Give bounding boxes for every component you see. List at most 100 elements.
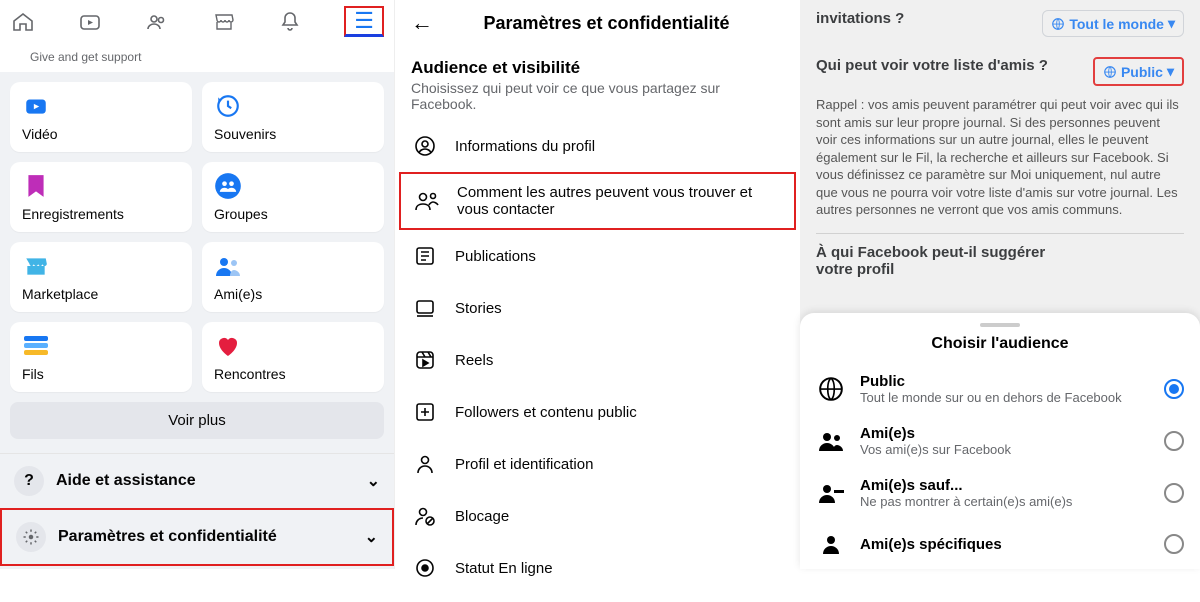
setting-stories[interactable]: Stories bbox=[395, 282, 800, 334]
setting-label: Statut En ligne bbox=[455, 560, 553, 577]
menu-hamburger-highlighted[interactable]: ☰ bbox=[344, 6, 384, 37]
back-arrow-icon[interactable]: ← bbox=[411, 10, 433, 36]
hamburger-icon: ☰ bbox=[354, 8, 374, 33]
tile-label: Enregistrements bbox=[22, 206, 180, 222]
tile-souvenirs[interactable]: Souvenirs bbox=[202, 82, 384, 152]
audience-pill-public-highlighted[interactable]: Public ▾ bbox=[1093, 57, 1184, 86]
setting-label: Informations du profil bbox=[455, 138, 595, 155]
caret-down-icon: ▾ bbox=[1167, 63, 1174, 80]
question-suggest: À qui Facebook peut-il suggérer votre pr… bbox=[816, 244, 1056, 278]
setting-posts[interactable]: Publications bbox=[395, 230, 800, 282]
notifications-icon[interactable] bbox=[277, 9, 303, 35]
setting-reels[interactable]: Reels bbox=[395, 334, 800, 386]
audience-option-public[interactable]: Public Tout le monde sur ou en dehors de… bbox=[816, 363, 1184, 415]
see-more-button[interactable]: Voir plus bbox=[10, 402, 384, 439]
help-icon: ? bbox=[14, 466, 44, 496]
radio-selected[interactable] bbox=[1164, 379, 1184, 399]
tile-feeds[interactable]: Fils bbox=[10, 322, 192, 392]
tagging-icon bbox=[411, 450, 439, 478]
globe-icon bbox=[816, 374, 846, 404]
setting-label: Comment les autres peuvent vous trouver … bbox=[457, 184, 782, 218]
question-invitations: invitations ? bbox=[816, 10, 904, 27]
audience-pill-everyone[interactable]: Tout le monde ▾ bbox=[1042, 10, 1184, 37]
setting-find-contact-highlighted[interactable]: Comment les autres peuvent vous trouver … bbox=[399, 172, 796, 230]
setting-label: Followers et contenu public bbox=[455, 404, 637, 421]
give-support-label: Give and get support bbox=[0, 43, 394, 72]
chevron-down-icon: ⌄ bbox=[367, 471, 380, 491]
radio-unselected[interactable] bbox=[1164, 534, 1184, 554]
video-icon bbox=[22, 92, 50, 120]
settings-row-highlighted[interactable]: Paramètres et confidentialité ⌄ bbox=[0, 508, 394, 566]
option-title: Ami(e)s bbox=[860, 425, 1150, 442]
memories-icon bbox=[214, 92, 242, 120]
radio-unselected[interactable] bbox=[1164, 483, 1184, 503]
dating-icon bbox=[214, 332, 242, 360]
friends-icon bbox=[214, 252, 242, 280]
gear-icon bbox=[16, 522, 46, 552]
audience-sheet: Choisir l'audience Public Tout le monde … bbox=[800, 313, 1200, 569]
friends-tab-icon[interactable] bbox=[144, 9, 170, 35]
section-title: Audience et visibilité bbox=[411, 58, 784, 78]
blocking-icon bbox=[411, 502, 439, 530]
help-label: Aide et assistance bbox=[56, 472, 196, 490]
question-friends-list: Qui peut voir votre liste d'amis ? bbox=[816, 57, 1048, 74]
feeds-icon bbox=[22, 332, 50, 360]
caret-down-icon: ▾ bbox=[1168, 15, 1175, 32]
stories-icon bbox=[411, 294, 439, 322]
setting-tagging[interactable]: Profil et identification bbox=[395, 438, 800, 490]
option-subtitle: Vos ami(e)s sur Facebook bbox=[860, 442, 1150, 457]
tile-label: Ami(e)s bbox=[214, 286, 372, 302]
pill-label: Tout le monde bbox=[1069, 16, 1164, 32]
radio-unselected[interactable] bbox=[1164, 431, 1184, 451]
setting-active-status[interactable]: Statut En ligne bbox=[395, 542, 800, 594]
friends-except-icon bbox=[816, 478, 846, 508]
marketplace-tab-icon[interactable] bbox=[211, 9, 237, 35]
setting-label: Reels bbox=[455, 352, 493, 369]
setting-profile-info[interactable]: Informations du profil bbox=[395, 120, 800, 172]
setting-followers[interactable]: Followers et contenu public bbox=[395, 386, 800, 438]
friends-list-note: Rappel : vos amis peuvent paramétrer qui… bbox=[816, 96, 1184, 234]
section-description: Choisissez qui peut voir ce que vous par… bbox=[411, 80, 784, 112]
option-title: Ami(e)s sauf... bbox=[860, 477, 1150, 494]
pill-label: Public bbox=[1121, 64, 1163, 80]
setting-label: Profil et identification bbox=[455, 456, 593, 473]
setting-label: Blocage bbox=[455, 508, 509, 525]
friends-icon bbox=[816, 426, 846, 456]
globe-icon bbox=[1051, 17, 1065, 31]
status-icon bbox=[411, 554, 439, 582]
video-tab-icon[interactable] bbox=[77, 9, 103, 35]
option-title: Ami(e)s spécifiques bbox=[860, 536, 1150, 553]
sheet-handle[interactable] bbox=[980, 323, 1020, 327]
tile-saved[interactable]: Enregistrements bbox=[10, 162, 192, 232]
globe-icon bbox=[1103, 65, 1117, 79]
tile-label: Rencontres bbox=[214, 366, 372, 382]
audience-option-friends-except[interactable]: Ami(e)s sauf... Ne pas montrer à certain… bbox=[816, 467, 1184, 519]
tile-friends[interactable]: Ami(e)s bbox=[202, 242, 384, 312]
tile-label: Groupes bbox=[214, 206, 372, 222]
option-subtitle: Ne pas montrer à certain(e)s ami(e)s bbox=[860, 494, 1150, 509]
home-icon[interactable] bbox=[10, 9, 36, 35]
tile-video[interactable]: Vidéo bbox=[10, 82, 192, 152]
audience-option-specific-friends[interactable]: Ami(e)s spécifiques bbox=[816, 519, 1184, 569]
tile-label: Souvenirs bbox=[214, 126, 372, 142]
tile-label: Marketplace bbox=[22, 286, 180, 302]
chevron-down-icon: ⌄ bbox=[365, 527, 378, 547]
posts-icon bbox=[411, 242, 439, 270]
audience-option-friends[interactable]: Ami(e)s Vos ami(e)s sur Facebook bbox=[816, 415, 1184, 467]
tile-dating[interactable]: Rencontres bbox=[202, 322, 384, 392]
tile-label: Vidéo bbox=[22, 126, 180, 142]
page-title: Paramètres et confidentialité bbox=[449, 13, 784, 34]
setting-label: Stories bbox=[455, 300, 502, 317]
sheet-title: Choisir l'audience bbox=[816, 335, 1184, 353]
tile-label: Fils bbox=[22, 366, 180, 382]
tile-marketplace[interactable]: Marketplace bbox=[10, 242, 192, 312]
specific-friends-icon bbox=[816, 529, 846, 559]
find-contact-icon bbox=[413, 187, 441, 215]
saved-icon bbox=[22, 172, 50, 200]
option-title: Public bbox=[860, 373, 1150, 390]
groups-icon bbox=[214, 172, 242, 200]
setting-blocking[interactable]: Blocage bbox=[395, 490, 800, 542]
tile-groups[interactable]: Groupes bbox=[202, 162, 384, 232]
help-row[interactable]: ? Aide et assistance ⌄ bbox=[0, 453, 394, 508]
setting-label: Publications bbox=[455, 248, 536, 265]
